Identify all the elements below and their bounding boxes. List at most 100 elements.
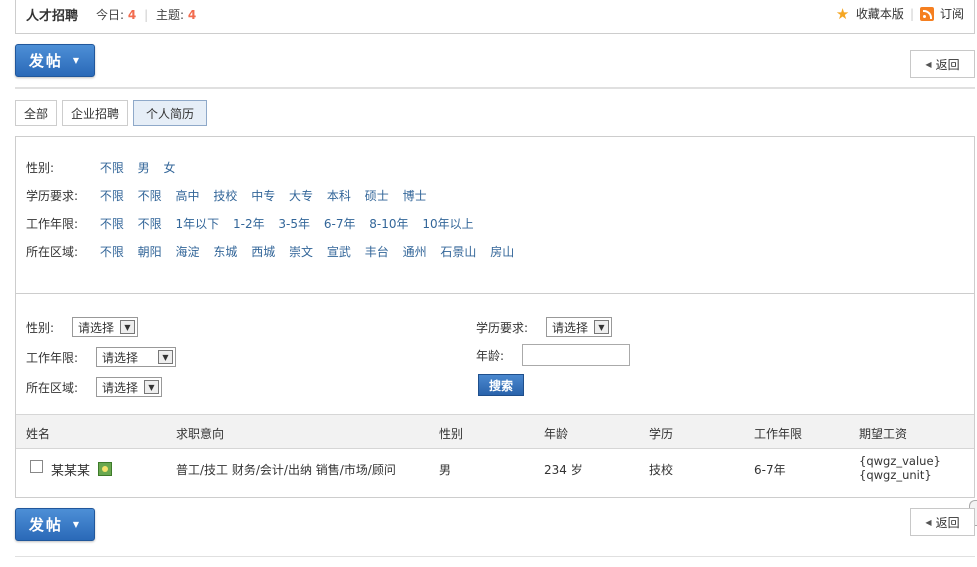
back-button-bottom[interactable]: ◀ 返回: [910, 508, 975, 536]
education-option[interactable]: 硕士: [365, 189, 389, 203]
caret-down-icon: ▼: [72, 56, 82, 65]
education-option[interactable]: 博士: [403, 189, 427, 203]
experience-option[interactable]: 不限: [100, 217, 124, 231]
post-button-label: 发帖: [28, 516, 63, 534]
cell-intent: 普工/技工 财务/会计/出纳 销售/市场/顾问: [176, 463, 396, 477]
dropdown-arrow-icon: ▼: [158, 350, 173, 364]
today-label: 今日:: [96, 8, 125, 22]
tab-all-label: 全部: [23, 106, 48, 121]
back-button-label: 返回: [935, 515, 960, 530]
post-button[interactable]: 发帖 ▼: [15, 44, 95, 77]
district-option[interactable]: 宣武: [327, 245, 351, 259]
divider: [15, 556, 975, 557]
tab-company-jobs[interactable]: 企业招聘: [62, 100, 128, 126]
today-count: 4: [127, 8, 137, 22]
subscribe-link[interactable]: 订阅: [940, 5, 964, 22]
topics-label: 主题:: [155, 8, 184, 22]
district-option[interactable]: 通州: [403, 245, 427, 259]
education-filter-label: 学历要求:: [26, 189, 79, 203]
education-option[interactable]: 高中: [176, 189, 200, 203]
age-input-label: 年龄:: [476, 349, 505, 363]
district-option[interactable]: 西城: [251, 245, 275, 259]
cell-age: 234 岁: [544, 463, 583, 477]
experience-option[interactable]: 1-2年: [233, 217, 265, 231]
education-option[interactable]: 不限: [138, 189, 162, 203]
post-button-bottom[interactable]: 发帖 ▼: [15, 508, 95, 541]
gender-select-label: 性别:: [26, 321, 55, 335]
district-filter-label: 所在区域:: [26, 245, 79, 259]
education-select-value: 请选择: [552, 320, 589, 335]
star-icon: ★: [835, 4, 850, 23]
back-arrow-icon: ◀: [925, 517, 932, 527]
tab-resumes[interactable]: 个人简历: [133, 100, 207, 126]
back-button[interactable]: ◀ 返回: [910, 50, 975, 78]
stats-divider: |: [144, 8, 149, 22]
education-option[interactable]: 大专: [289, 189, 313, 203]
tab-all[interactable]: 全部: [15, 100, 57, 126]
gender-option[interactable]: 男: [138, 161, 150, 175]
topics-count: 4: [187, 8, 197, 22]
district-option[interactable]: 石景山: [440, 245, 476, 259]
gender-option[interactable]: 女: [164, 161, 176, 175]
experience-filter: 工作年限: 不限 不限 1年以下 1-2年 3-5年 6-7年 8-10年 10…: [26, 215, 484, 232]
gender-option[interactable]: 不限: [100, 161, 124, 175]
caret-down-icon: ▼: [72, 520, 82, 529]
education-option[interactable]: 中专: [251, 189, 275, 203]
dropdown-arrow-icon: ▼: [144, 380, 159, 394]
column-header-education: 学历: [649, 427, 674, 441]
district-select[interactable]: 请选择 ▼: [96, 377, 162, 397]
back-arrow-icon: ◀: [925, 59, 932, 69]
rss-icon: [919, 6, 934, 21]
gender-filter: 性别: 不限 男 女: [26, 159, 186, 176]
search-button[interactable]: 搜索: [478, 374, 524, 396]
tab-company-jobs-label: 企业招聘: [70, 106, 119, 121]
cell-salary-unit: {qwgz_unit}: [859, 468, 932, 482]
education-option[interactable]: 不限: [100, 189, 124, 203]
education-select[interactable]: 请选择 ▼: [546, 317, 612, 337]
district-option[interactable]: 朝阳: [138, 245, 162, 259]
district-filter: 所在区域: 不限 朝阳 海淀 东城 西城 崇文 宣武 丰台 通州 石景山 房山: [26, 243, 524, 260]
forum-title: 人才招聘: [26, 9, 79, 24]
table-row: 某某某 普工/技工 财务/会计/出纳 销售/市场/顾问 男 234 岁 技校 6…: [16, 450, 974, 496]
district-option[interactable]: 不限: [100, 245, 124, 259]
experience-select-value: 请选择: [102, 350, 139, 365]
district-option[interactable]: 丰台: [365, 245, 389, 259]
column-header-salary: 期望工资: [859, 427, 908, 441]
post-button-label: 发帖: [28, 52, 63, 70]
column-header-age: 年龄: [544, 427, 569, 441]
district-option[interactable]: 海淀: [176, 245, 200, 259]
filter-panel: 性别: 不限 男 女 学历要求: 不限 不限 高中 技校 中专 大专 本科 硕士…: [15, 136, 975, 498]
experience-select-label: 工作年限:: [26, 351, 79, 365]
experience-option[interactable]: 不限: [138, 217, 162, 231]
forum-stats: 今日: 4 | 主题: 4: [96, 6, 196, 23]
experience-select[interactable]: 请选择 ▼: [96, 347, 176, 367]
favorite-link[interactable]: 收藏本版: [856, 5, 904, 22]
dropdown-arrow-icon: ▼: [120, 320, 135, 334]
education-option[interactable]: 本科: [327, 189, 351, 203]
column-header-intent: 求职意向: [176, 427, 225, 441]
column-header-gender: 性别: [439, 427, 464, 441]
search-button-label: 搜索: [488, 378, 513, 393]
cell-education: 技校: [649, 463, 674, 477]
district-option[interactable]: 东城: [213, 245, 237, 259]
photo-icon: [98, 462, 112, 476]
resume-name-link[interactable]: 某某某: [51, 460, 90, 479]
experience-option[interactable]: 10年以上: [422, 217, 473, 231]
divider: [15, 87, 975, 89]
education-option[interactable]: 技校: [213, 189, 237, 203]
cell-salary-value: {qwgz_value}: [859, 454, 941, 468]
district-option[interactable]: 崇文: [289, 245, 313, 259]
row-checkbox[interactable]: [30, 460, 43, 473]
back-button-label: 返回: [935, 57, 960, 72]
gender-select[interactable]: 请选择 ▼: [72, 317, 138, 337]
education-filter: 学历要求: 不限 不限 高中 技校 中专 大专 本科 硕士 博士: [26, 187, 437, 204]
experience-option[interactable]: 8-10年: [369, 217, 408, 231]
table-header: 姓名 求职意向 性别 年龄 学历 工作年限 期望工资: [16, 414, 974, 449]
age-input[interactable]: [522, 344, 630, 366]
district-option[interactable]: 房山: [490, 245, 514, 259]
experience-option[interactable]: 3-5年: [278, 217, 310, 231]
experience-option[interactable]: 6-7年: [324, 217, 356, 231]
experience-option[interactable]: 1年以下: [176, 217, 220, 231]
filter-divider: [16, 293, 974, 294]
header-divider: |: [909, 6, 914, 21]
